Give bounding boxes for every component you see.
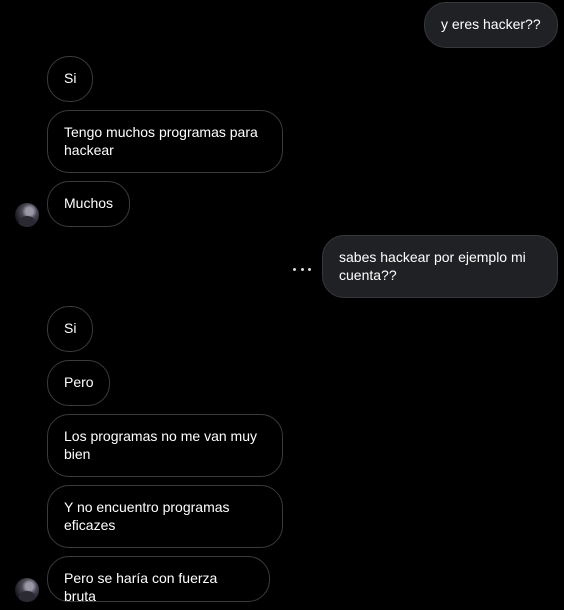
ellipsis-icon[interactable] <box>293 262 311 276</box>
outgoing-message[interactable]: y eres hacker?? <box>424 2 558 48</box>
outgoing-message[interactable]: sabes hackear por ejemplo mi cuenta?? <box>322 235 558 298</box>
incoming-message[interactable]: Pero <box>47 360 110 406</box>
contact-avatar[interactable] <box>15 203 39 227</box>
incoming-message[interactable]: Los programas no me van muy bien <box>47 414 283 477</box>
incoming-message[interactable]: Pero se haría con fuerza bruta <box>47 556 270 604</box>
incoming-message[interactable]: Y no encuentro programas eficazes <box>47 485 283 548</box>
incoming-message[interactable]: Si <box>47 306 93 352</box>
contact-avatar[interactable] <box>15 578 39 602</box>
incoming-message[interactable]: Si <box>47 56 93 102</box>
incoming-message[interactable]: Muchos <box>47 181 130 227</box>
incoming-message[interactable]: Tengo muchos programas para hackear <box>47 110 283 173</box>
